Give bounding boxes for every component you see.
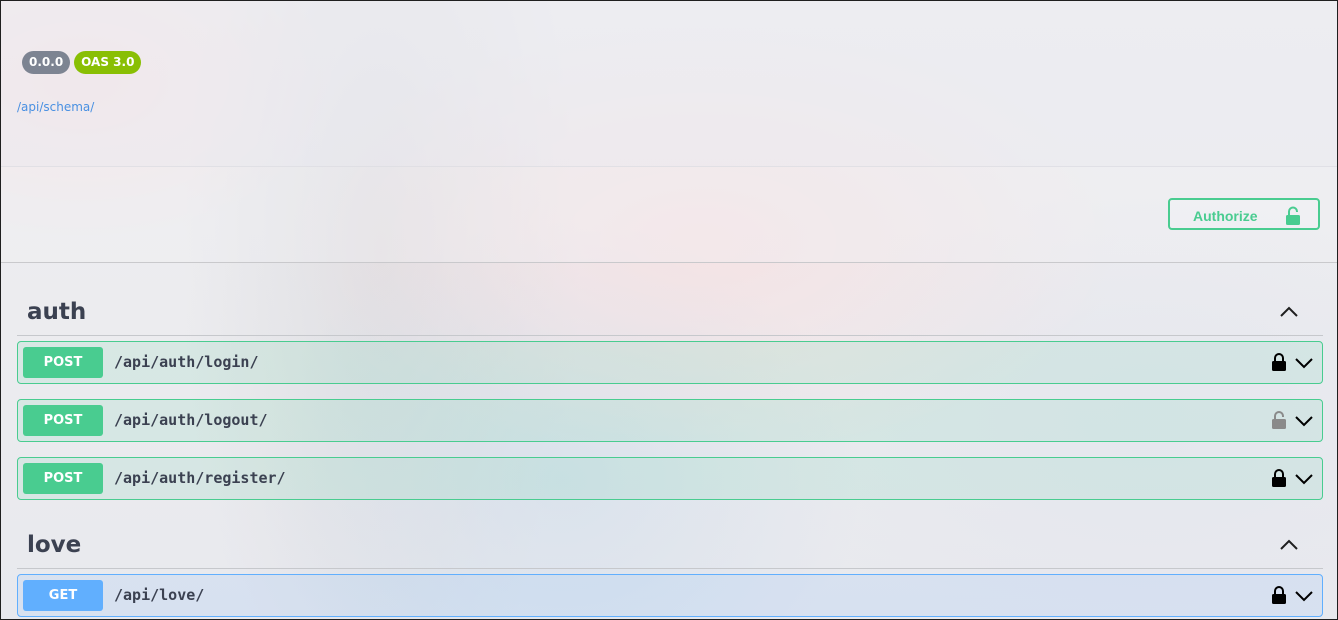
- chevron-up-icon[interactable]: [1279, 303, 1299, 322]
- method-badge: POST: [23, 347, 103, 378]
- operation-post-logout[interactable]: POST /api/auth/logout/: [17, 399, 1323, 442]
- unlocked-icon: [1284, 206, 1302, 229]
- version-badge: 0.0.0: [22, 51, 71, 74]
- swagger-ui: 0.0.0 OAS 3.0 /api/schema/ Authorize aut…: [0, 0, 1338, 620]
- tag-love[interactable]: love: [17, 522, 1323, 569]
- tag-name: auth: [27, 299, 87, 325]
- chevron-down-icon[interactable]: [1294, 413, 1314, 432]
- chevron-down-icon[interactable]: [1294, 471, 1314, 490]
- chevron-up-icon[interactable]: [1279, 536, 1299, 555]
- operation-path: /api/auth/register/: [114, 469, 286, 487]
- chevron-down-icon[interactable]: [1294, 588, 1314, 607]
- method-badge: POST: [23, 405, 103, 436]
- unlocked-icon[interactable]: [1271, 410, 1287, 434]
- oas-badge: OAS 3.0: [74, 51, 142, 74]
- operation-post-register[interactable]: POST /api/auth/register/: [17, 457, 1323, 500]
- info-section: 0.0.0 OAS 3.0 /api/schema/: [1, 1, 1337, 167]
- authorize-button[interactable]: Authorize: [1168, 198, 1320, 230]
- operation-post-login[interactable]: POST /api/auth/login/: [17, 341, 1323, 384]
- tag-name: love: [27, 532, 82, 558]
- scheme-container: [1, 167, 1337, 263]
- operation-path: /api/love/: [114, 586, 205, 604]
- operation-path: /api/auth/login/: [114, 353, 259, 371]
- lock-icon[interactable]: [1271, 585, 1287, 609]
- version-badges: 0.0.0 OAS 3.0: [22, 51, 142, 74]
- chevron-down-icon[interactable]: [1294, 355, 1314, 374]
- authorize-label: Authorize: [1193, 208, 1258, 224]
- lock-icon[interactable]: [1271, 352, 1287, 376]
- lock-icon[interactable]: [1271, 468, 1287, 492]
- operation-get-love[interactable]: GET /api/love/: [17, 574, 1323, 617]
- tag-auth[interactable]: auth: [17, 289, 1323, 336]
- operation-path: /api/auth/logout/: [114, 411, 268, 429]
- method-badge: POST: [23, 463, 103, 494]
- method-badge: GET: [23, 580, 103, 611]
- schema-link[interactable]: /api/schema/: [17, 100, 94, 114]
